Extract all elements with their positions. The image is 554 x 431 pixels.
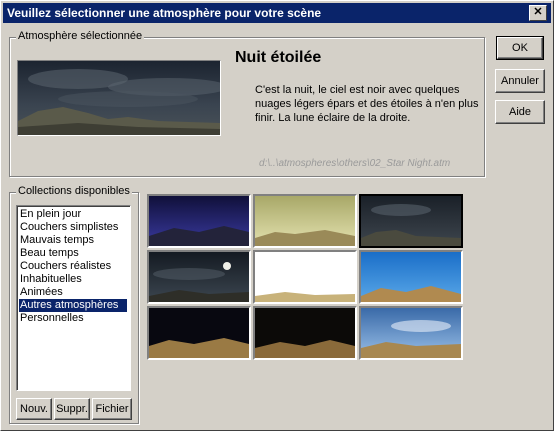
help-button[interactable]: Aide [495, 100, 545, 124]
selected-atmosphere-preview [17, 60, 228, 136]
atmosphere-thumbnail[interactable] [253, 306, 357, 360]
selected-atmosphere-path: d:\..\atmospheres\others\02_Star Night.a… [259, 158, 451, 169]
atmosphere-thumbnail[interactable] [253, 194, 357, 248]
list-item[interactable]: Mauvais temps [19, 234, 127, 247]
atmosphere-thumbnail[interactable] [147, 194, 251, 248]
selected-atmosphere-legend: Atmosphère sélectionnée [16, 30, 145, 42]
list-item[interactable]: Beau temps [19, 247, 127, 260]
atmosphere-thumbnail-selected[interactable] [359, 194, 463, 248]
atmosphere-thumbnail[interactable] [147, 306, 251, 360]
list-item[interactable]: Couchers simplistes [19, 221, 127, 234]
collections-legend: Collections disponibles [16, 185, 132, 197]
atmosphere-thumbnail[interactable] [147, 250, 251, 304]
list-item[interactable]: Couchers réalistes [19, 260, 127, 273]
collections-list[interactable]: En plein jour Couchers simplistes Mauvai… [16, 205, 131, 391]
cancel-button[interactable]: Annuler [495, 69, 545, 93]
list-item-selected[interactable]: Autres atmosphères [19, 299, 127, 312]
close-icon: ✕ [533, 6, 543, 18]
close-button[interactable]: ✕ [529, 5, 547, 21]
atmosphere-thumbnail[interactable] [359, 306, 463, 360]
title-bar: Veuillez sélectionner une atmosphère pou… [3, 3, 551, 23]
atmosphere-thumbnail[interactable] [253, 250, 357, 304]
atmosphere-dialog: Veuillez sélectionner une atmosphère pou… [0, 0, 554, 431]
list-item[interactable]: Animées [19, 286, 127, 299]
list-item[interactable]: En plein jour [19, 208, 127, 221]
atmosphere-thumbnail[interactable] [359, 250, 463, 304]
file-button[interactable]: Fichier [92, 398, 132, 420]
list-item[interactable]: Personnelles [19, 312, 127, 325]
selected-atmosphere-description: C'est la nuit, le ciel est noir avec que… [255, 84, 479, 124]
delete-collection-button[interactable]: Suppr. [54, 398, 90, 420]
list-item[interactable]: Inhabituelles [19, 273, 127, 286]
selected-atmosphere-name: Nuit étoilée [235, 49, 322, 66]
ok-button[interactable]: OK [496, 36, 544, 60]
dialog-title: Veuillez sélectionner une atmosphère pou… [7, 6, 322, 20]
new-collection-button[interactable]: Nouv. [16, 398, 52, 420]
